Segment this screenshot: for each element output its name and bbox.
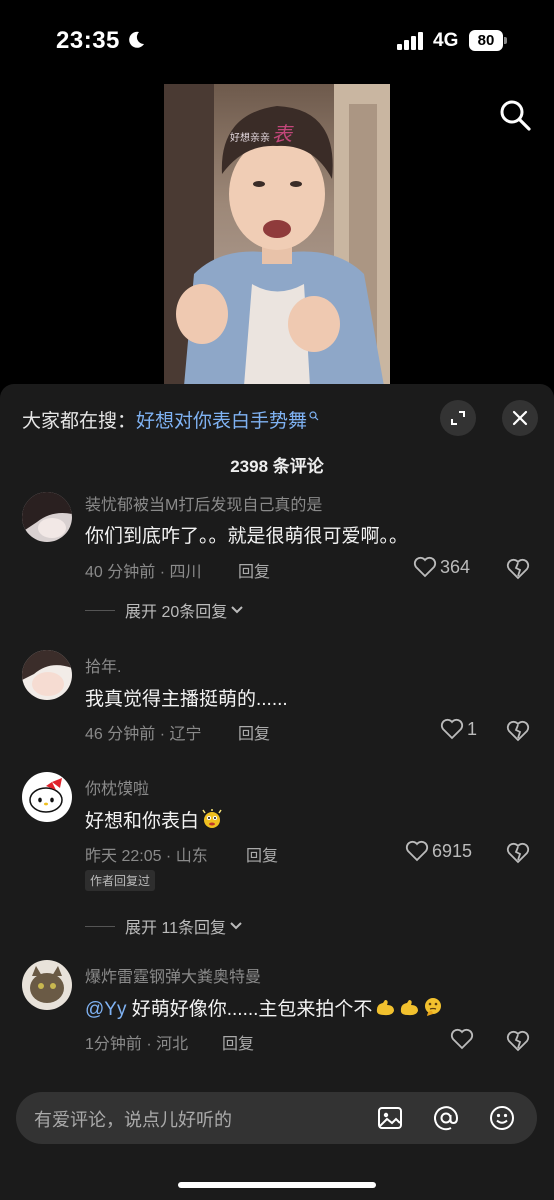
like-button[interactable] (450, 1028, 477, 1050)
like-count: 364 (440, 556, 471, 577)
author-replied-badge: 作者回复过 (85, 870, 156, 891)
avatar[interactable] (22, 492, 72, 542)
battery-icon: 80 (469, 30, 507, 51)
image-icon[interactable] (376, 1104, 404, 1132)
like-button[interactable]: 364 (413, 556, 470, 578)
expand-replies-label: 展开 20条回复 (125, 604, 228, 621)
home-indicator[interactable] (178, 1182, 376, 1188)
comment-input-placeholder: 有爱评论，说点儿好听的 (34, 1110, 232, 1130)
comment-username[interactable]: 爆炸雷霆钢弹大粪奥特曼 (85, 963, 261, 987)
close-icon (512, 410, 528, 426)
reply-button[interactable]: 回复 (238, 720, 270, 744)
video-thumbnail[interactable]: 好想亲亲表 (164, 84, 390, 386)
close-button[interactable] (502, 400, 538, 436)
flex-emoji-icon (401, 1000, 419, 1016)
emoji-icon[interactable] (488, 1104, 516, 1132)
comment-sheet: 大家都在搜：好想对你表白手势舞 2398 条评论 装忧郁被当M打后发现自己真的是… (0, 384, 554, 1200)
comment-meta: 46 分钟前 · 辽宁 (85, 726, 202, 743)
heart-broken-icon[interactable] (506, 719, 530, 743)
search-icon[interactable] (496, 96, 534, 134)
expand-icon (451, 411, 465, 425)
heart-icon (413, 556, 437, 578)
avatar[interactable] (22, 960, 72, 1010)
chevron-down-icon (231, 606, 243, 614)
network-type: 4G (433, 30, 459, 51)
trending-keyword[interactable]: 好想对你表白手势舞 (136, 411, 307, 432)
like-count: 1 (467, 718, 478, 739)
reply-button[interactable]: 回复 (246, 842, 278, 866)
like-button[interactable]: 1 (440, 718, 477, 740)
comment-text-body: 好想和你表白 (85, 811, 200, 832)
comment-text-body: 好萌好像你......主包来拍个不 (126, 999, 373, 1020)
like-count: 6915 (432, 840, 473, 861)
comment-username[interactable]: 装忧郁被当M打后发现自己真的是 (85, 491, 322, 515)
trending-search[interactable]: 大家都在搜：好想对你表白手势舞 (22, 406, 319, 433)
comment-username[interactable]: 拾年. (85, 653, 121, 677)
comment-count: 2398 条评论 (230, 457, 324, 476)
comment-meta: 昨天 22:05 · 山东 (85, 848, 208, 865)
trending-prefix: 大家都在搜： (22, 411, 137, 432)
comment-text[interactable]: @Yy 好萌好像你......主包来拍个不 (85, 994, 444, 1021)
battery-level: 80 (469, 30, 503, 51)
at-icon[interactable] (432, 1104, 460, 1132)
thinking-emoji-icon (425, 998, 442, 1016)
comment-text[interactable]: 好想和你表白 (85, 806, 223, 833)
avatar[interactable] (22, 650, 72, 700)
flex-emoji-icon (377, 1000, 395, 1016)
expand-button[interactable] (440, 400, 476, 436)
video-caption-large: 表 (272, 122, 292, 146)
sticker-emoji-icon (202, 809, 222, 828)
heart-broken-icon[interactable] (506, 841, 530, 865)
status-time: 23:35 (56, 27, 120, 54)
search-small-icon (309, 411, 319, 421)
comment-text[interactable]: 你们到底咋了。。就是很萌很可爱啊。。 (85, 521, 408, 548)
chevron-down-icon (230, 922, 242, 930)
heart-icon (440, 718, 464, 740)
heart-icon (405, 840, 429, 862)
heart-broken-icon[interactable] (506, 1029, 530, 1053)
expand-replies[interactable]: 展开 11条回复 (85, 914, 243, 938)
comment-meta: 40 分钟前 · 四川 (85, 564, 202, 581)
signal-icon (397, 32, 423, 50)
avatar[interactable] (22, 772, 72, 822)
video-caption-small: 好想亲亲 (230, 133, 270, 144)
status-bar: 23:35 4G 80 (0, 0, 554, 80)
reply-button[interactable]: 回复 (238, 558, 270, 582)
video-caption: 好想亲亲表 (230, 118, 292, 147)
reply-button[interactable]: 回复 (222, 1030, 254, 1054)
expand-replies[interactable]: 展开 20条回复 (85, 598, 244, 622)
comment-meta: 1分钟前 · 河北 (85, 1036, 189, 1053)
heart-icon (450, 1028, 474, 1050)
heart-broken-icon[interactable] (506, 557, 530, 581)
like-button[interactable]: 6915 (405, 840, 472, 862)
moon-icon (129, 31, 144, 48)
expand-replies-label: 展开 11条回复 (125, 920, 227, 937)
comment-input[interactable]: 有爱评论，说点儿好听的 (16, 1092, 537, 1144)
mention-link[interactable]: @Yy (85, 999, 126, 1020)
comment-username[interactable]: 你枕馍啦 (85, 775, 149, 799)
comment-text[interactable]: 我真觉得主播挺萌的...... (85, 684, 288, 711)
